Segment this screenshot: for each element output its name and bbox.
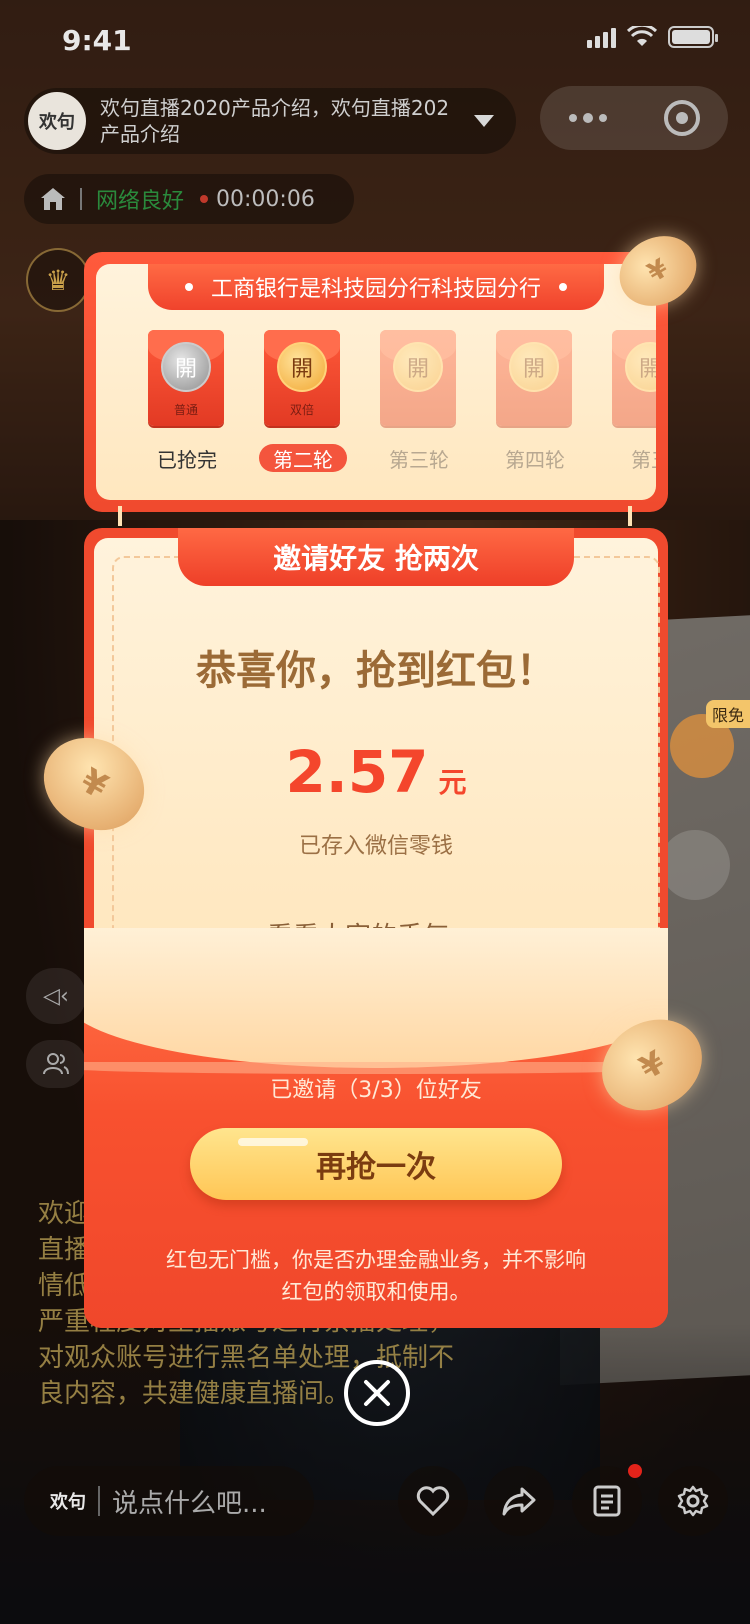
round-item-2[interactable]: 開 双倍 第二轮 [259,330,347,472]
rounds-list: 開 普通 已抢完 開 双倍 第二轮 開 第三轮 開 第四轮 開 第 [148,330,656,472]
limited-free-product[interactable]: 限免 [664,700,750,780]
share-icon[interactable] [484,1466,554,1536]
envelope-curve [84,928,668,1074]
crown-icon[interactable]: ♛ [26,248,90,312]
amount-display: 2.57 元 [84,738,668,806]
link-icon[interactable] [660,830,730,900]
red-envelope-icon: 開 [612,330,656,426]
invite-friends-tab[interactable]: 邀请好友 抢两次 [178,528,574,586]
speaker-icon[interactable]: ◁‹ [26,968,86,1024]
open-coin-icon: 開 [161,342,211,392]
network-status-pill: 网络良好 00:00:06 [24,174,354,224]
divider [98,1486,100,1516]
rounds-panel: 工商银行是科技园分行科技园分行 開 普通 已抢完 開 双倍 第二轮 開 第三轮 … [96,264,656,500]
recording-dot [200,195,209,203]
round-item-3[interactable]: 開 第三轮 [380,330,458,472]
round-label: 已抢完 [157,447,217,472]
red-packet-rounds-card: 工商银行是科技园分行科技园分行 開 普通 已抢完 開 双倍 第二轮 開 第三轮 … [84,252,668,512]
status-icons [587,26,718,48]
divider [80,188,82,210]
wifi-icon [626,26,658,46]
open-coin-icon: 開 [509,342,559,392]
open-coin-icon: 開 [277,342,327,392]
grab-again-button[interactable]: 再抢一次 [190,1128,562,1200]
heart-icon[interactable] [398,1466,468,1536]
brand-logo: 欢句 [50,1492,86,1513]
home-icon[interactable] [40,187,66,211]
signal-icon [587,26,616,48]
saved-to-wallet-text: 已存入微信零钱 [298,834,453,859]
rounds-header: 工商银行是科技园分行科技园分行 [148,264,604,310]
round-item-4[interactable]: 開 第四轮 [496,330,574,472]
live-title: 欢句直播2020产品介绍，欢句直播202产品介绍 [100,96,450,146]
people-icon[interactable] [26,1040,86,1088]
red-packet-result-card: 邀请好友 抢两次 恭喜你，抢到红包！ 2.57元 已存入微信零钱 看看大家的手气… [84,528,668,1328]
round-item-5[interactable]: 開 第五 [612,330,656,472]
chevron-down-icon[interactable] [474,115,494,127]
round-label: 第五 [631,447,656,472]
open-coin-icon: 開 [393,342,443,392]
open-coin-icon: 開 [625,342,656,392]
miniprogram-capsule [540,86,728,150]
gear-icon[interactable] [658,1466,728,1536]
live-timer: 00:00:06 [216,186,315,212]
invited-count-text: 已邀请（3/3）位好友 [270,1078,482,1103]
round-label: 第四轮 [505,447,565,472]
envelope-type: 普通 [173,403,198,417]
close-miniprogram-icon[interactable] [663,100,700,136]
rounds-header-title: 工商银行是科技园分行科技园分行 [210,277,541,302]
battery-icon [668,26,718,48]
round-label-active: 第二轮 [259,444,347,472]
envelope-type: 双倍 [289,403,314,417]
live-title-pill[interactable]: 欢句 欢句直播2020产品介绍，欢句直播202产品介绍 [24,88,516,154]
limited-free-tag: 限免 [705,700,750,728]
round-item-1[interactable]: 開 普通 已抢完 [148,330,226,472]
red-envelope-icon: 開 [496,330,572,426]
congrats-title: 恭喜你，抢到红包！ [196,648,556,694]
status-time: 9:41 [62,24,132,57]
close-icon[interactable] [344,1360,410,1426]
more-icon[interactable] [568,112,607,123]
network-quality: 网络良好 [96,189,185,214]
round-label: 第三轮 [389,447,449,472]
amount-value: 2.57 [285,738,429,806]
card-connectors [118,506,632,526]
red-envelope-icon: 開 普通 [148,330,224,426]
host-avatar[interactable]: 欢句 [28,92,86,150]
comment-input[interactable]: 欢句 说点什么吧... [24,1466,314,1536]
disclaimer-text: 红包无门槛，你是否办理金融业务，并不影响红包的领取和使用。 [166,1248,586,1304]
comment-placeholder: 说点什么吧... [112,1488,267,1519]
amount-unit: 元 [438,766,467,799]
red-envelope-icon: 開 双倍 [264,330,340,426]
status-bar: 9:41 [0,0,750,88]
red-envelope-icon: 開 [380,330,456,426]
notification-dot [628,1464,642,1478]
